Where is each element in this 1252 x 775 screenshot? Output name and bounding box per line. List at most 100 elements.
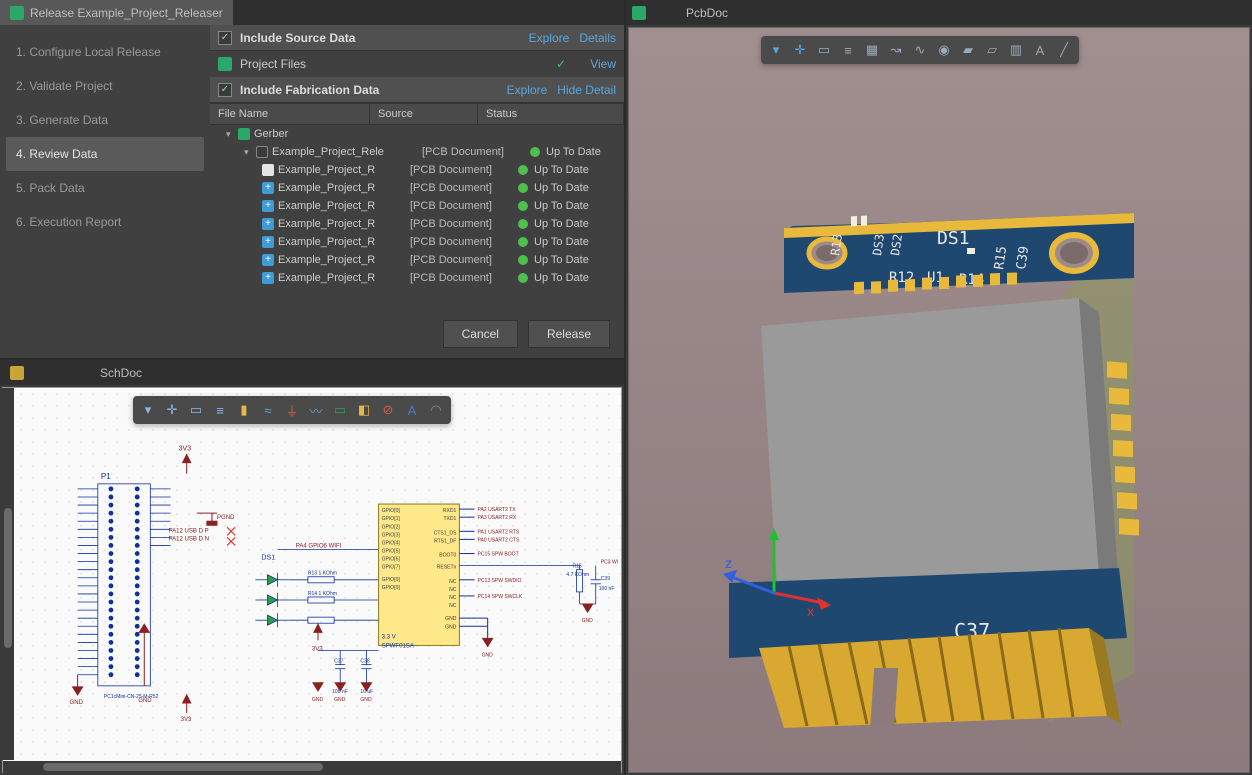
source-title: Include Source Data [240,31,519,45]
gerber-file-icon [262,200,274,212]
file-source: [PCB Document] [410,200,518,212]
file-source: [PCB Document] [410,254,518,266]
tree-file[interactable]: Example_Project_R [PCB Document] Up To D… [210,269,624,287]
ref-c38: C38 [360,659,369,665]
status-dot-icon [530,147,540,157]
fab-explore-link[interactable]: Explore [507,83,548,97]
file-tree[interactable]: ▾ Gerber ▾ Example_Project_Rele [PCB Doc… [210,125,624,310]
tree-file[interactable]: Example_Project_R [PCB Document] Up To D… [210,197,624,215]
release-tab-bar: Release Example_Project_Releaser [0,0,624,25]
source-checkbox[interactable]: ✓ [218,31,232,45]
collapse-icon[interactable]: ▾ [226,129,236,140]
svg-text:PC15 SPW BOOT: PC15 SPW BOOT [478,552,519,558]
tree-file[interactable]: Example_Project_R [PCB Document] Up To D… [210,179,624,197]
col-status[interactable]: Status [478,104,624,124]
sch-tab[interactable]: SchDoc [0,360,152,385]
net-gnd-6: GND [482,653,494,659]
file-name: Example_Project_R [278,254,410,266]
pcb-tab[interactable]: PcbDoc [626,0,738,25]
svg-text:GPIO[2]: GPIO[2] [382,524,401,530]
pcb-file-icon [256,146,268,158]
tree-file[interactable]: Example_Project_R [PCB Document] Up To D… [210,251,624,269]
folder-icon [238,128,250,140]
step-configure[interactable]: 1. Configure Local Release [6,35,204,69]
net-pa12-dn: PA12 USB D N [169,536,210,542]
file-name: Example_Project_R [278,182,410,194]
val-33v: 3.3 V [382,634,396,640]
source-explore-link[interactable]: Explore [529,31,570,45]
schematic-canvas[interactable]: ▾ ✛ ▭ ≡ ▮ ≈ ⏚ 〰 ▭ ◧ ⊘ A ◠ [2,387,622,773]
step-execution[interactable]: 6. Execution Report [6,205,204,239]
step-generate[interactable]: 3. Generate Data [6,103,204,137]
gerber-file-icon [262,182,274,194]
release-tab[interactable]: Release Example_Project_Releaser [0,0,233,25]
tree-file[interactable]: Example_Project_R [PCB Document] Up To D… [210,233,624,251]
val-c39: 100 nF [599,586,615,592]
source-details-link[interactable]: Details [579,31,616,45]
horizontal-scrollbar[interactable] [3,761,621,773]
fab-checkbox[interactable]: ✓ [218,83,232,97]
scrollbar-thumb[interactable] [4,508,12,648]
tree-folder-gerber[interactable]: ▾ Gerber [210,125,624,143]
svg-text:DS1: DS1 [937,228,970,249]
check-icon: ✓ [556,57,566,71]
release-steps: 1. Configure Local Release 2. Validate P… [0,25,210,358]
status-dot-icon [518,255,528,265]
file-name: Example_Project_R [278,200,410,212]
svg-text:GPIO[0]: GPIO[0] [382,585,401,591]
vertical-scrollbar[interactable] [2,388,14,760]
net-3v3: 3V3 [179,446,192,453]
file-status: Up To Date [530,146,601,158]
svg-text:PA1 USART2 RTS: PA1 USART2 RTS [478,529,520,535]
file-source: [PCB Document] [410,272,518,284]
file-source: [PCB Document] [410,218,518,230]
tree-file[interactable]: ▾ Example_Project_Rele [PCB Document] Up… [210,143,624,161]
col-filename[interactable]: File Name [210,104,370,124]
tree-file[interactable]: Example_Project_R [PCB Document] Up To D… [210,161,624,179]
ref-c37: C37 [334,659,343,665]
fab-data-header: ✓ Include Fabrication Data Explore Hide … [210,77,624,103]
ref-ds1: DS1 [261,555,275,562]
file-status: Up To Date [518,200,589,212]
svg-text:R13: R13 [828,233,845,256]
step-pack[interactable]: 5. Pack Data [6,171,204,205]
svg-text:PA2 USART2 TX: PA2 USART2 TX [478,507,517,513]
col-source[interactable]: Source [370,104,478,124]
step-validate[interactable]: 2. Validate Project [6,69,204,103]
project-files-view-link[interactable]: View [590,57,616,71]
ref-r14: R14 1 KOhm [308,591,337,597]
collapse-icon[interactable]: ▾ [244,147,254,158]
status-dot-icon [518,165,528,175]
svg-text:z: z [725,555,732,571]
step-review[interactable]: 4. Review Data [6,137,204,171]
svg-text:NC: NC [449,603,457,609]
scrollbar-thumb[interactable] [43,763,323,771]
pcb-3d-canvas[interactable]: ▾ ✛ ▭ ≡ ▦ ↝ ∿ ◉ ▰ ▱ ▥ A ╱ [628,27,1250,773]
project-files-label: Project Files [240,57,556,71]
release-button[interactable]: Release [528,320,610,348]
ref-c39: C39 [601,576,610,582]
fab-hide-link[interactable]: Hide Detail [557,83,616,97]
svg-text:DS3: DS3 [870,233,887,256]
svg-text:PC14 SPW SWCLK: PC14 SPW SWCLK [478,594,523,600]
status-dot-icon [518,183,528,193]
svg-text:GPIO[7]: GPIO[7] [382,565,401,571]
release-icon [10,6,24,20]
net-pgnd: PGND [217,515,235,521]
release-buttons: Cancel Release [210,310,624,358]
file-status: Up To Date [518,272,589,284]
cancel-button[interactable]: Cancel [443,320,518,348]
file-name: Example_Project_Rele [272,146,422,158]
gerber-file-icon [262,236,274,248]
net-pc3: PC3 WI [601,560,618,566]
svg-text:GND: GND [445,624,457,630]
tree-file[interactable]: Example_Project_R [PCB Document] Up To D… [210,215,624,233]
net-gnd-7: GND [582,618,594,624]
status-dot-icon [518,273,528,283]
svg-text:NC: NC [449,579,457,585]
file-status: Up To Date [518,236,589,248]
source-data-header: ✓ Include Source Data Explore Details [210,25,624,51]
project-files-row[interactable]: Project Files ✓ View [210,51,624,77]
file-source: [PCB Document] [410,236,518,248]
val-r15: 4.7 KOhm [566,572,589,578]
